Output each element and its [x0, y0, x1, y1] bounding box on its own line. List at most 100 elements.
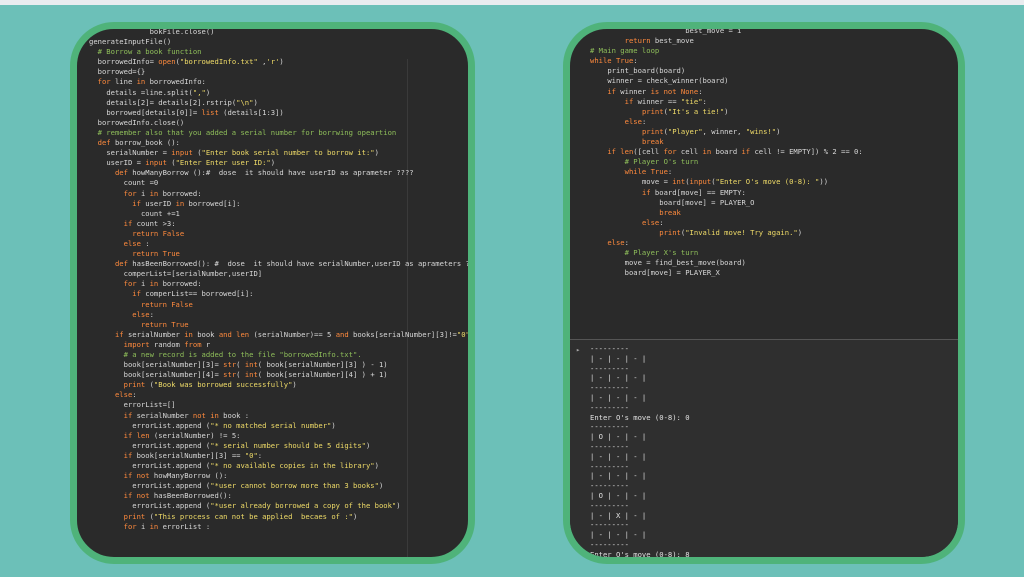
- left-code-line: return False: [132, 228, 185, 238]
- terminal-line: | - | - | - |: [590, 451, 647, 461]
- terminal-line: ---------: [590, 344, 629, 353]
- right-code-area[interactable]: best_move = i return best_move # Main gam…: [570, 26, 958, 278]
- right-code-line: # Player O's turn: [590, 157, 699, 167]
- terminal-prompt-icon: ▸: [576, 346, 581, 354]
- left-code-line: details[2]= details[2].rstrip("\n"): [106, 97, 258, 107]
- terminal-line: | - | - | - |: [590, 373, 647, 383]
- right-code-line: print("Player", winner, "wins!"): [641, 126, 781, 136]
- terminal-line: ---------: [590, 363, 629, 373]
- left-code-line: print ("Book was borrowed successfully"): [123, 380, 297, 390]
- right-code-line: if winner == "tie":: [624, 96, 707, 106]
- terminal-text: --------- | - | - | - | --------- | - | - |…: [590, 344, 690, 564]
- left-code-line: print ("This process can not be applied …: [123, 511, 358, 521]
- left-code-line: if serialNumber in book and len (serialN…: [114, 329, 470, 339]
- right-code-line: winner = check_winner(board): [607, 76, 729, 86]
- left-code-editor-panel: bokFile.close() generateInputFile() # Bor…: [70, 22, 475, 564]
- terminal-line: ---------: [590, 441, 629, 451]
- terminal-line: | - | - | - |: [590, 530, 647, 540]
- left-code-line: borrowedInfo.close(): [97, 117, 185, 127]
- top-strip: [0, 0, 1024, 5]
- terminal-line: | - | - | - |: [590, 471, 647, 481]
- terminal-line: | - | - | - |: [590, 392, 647, 402]
- left-code-line: if userID in borrowed[i]:: [132, 198, 241, 208]
- right-code-editor-panel: best_move = i return best_move # Main gam…: [563, 22, 965, 564]
- left-code-line: if serialNumber not in book :: [123, 410, 250, 420]
- left-code-line: errorList.append ("* serial number shoul…: [132, 440, 371, 450]
- left-code-line: for i in borrowed:: [123, 279, 202, 289]
- left-code-line: errorList.append ("* no available copies…: [132, 461, 379, 471]
- left-code-line: for i in borrowed:: [123, 188, 202, 198]
- terminal-line: Enter O's move (0-8): 0: [590, 412, 690, 422]
- left-code-line: errorList.append ("*user already borrowe…: [132, 501, 401, 511]
- terminal-line: Enter O's move (0-8): 8: [590, 549, 690, 559]
- left-code-line: errorList=[]: [123, 400, 176, 410]
- right-code-line: if board[move] == EMPTY:: [641, 187, 746, 197]
- terminal-line: | - | - | - |: [590, 353, 647, 363]
- left-code-line: book[serialNumber][3]= str( int( book[se…: [123, 360, 388, 370]
- right-code-line: best_move = i: [685, 26, 742, 35]
- left-code-line: else :: [123, 238, 150, 248]
- left-code-line: if count >3:: [123, 218, 176, 228]
- right-code-line: # Player X's turn: [590, 248, 699, 258]
- left-code-line: count =0: [123, 178, 159, 188]
- left-code-line: errorList.append ("*user cannot borrow m…: [132, 481, 384, 491]
- left-code-line: def borrow_book ():: [97, 138, 180, 148]
- left-code-line: count +=1: [140, 208, 180, 218]
- left-code-line: if not howManyBorrow ():: [123, 471, 228, 481]
- terminal-line: ---------: [590, 520, 629, 530]
- terminal-line: ---------: [590, 539, 629, 549]
- left-code-line: def howManyBorrow ():# dose it should ha…: [114, 168, 414, 178]
- terminal-output-panel[interactable]: ▸ --------- | - | - | - | --------- | - | -…: [570, 339, 958, 557]
- terminal-line: | O | - | - |: [590, 490, 647, 500]
- left-code-line: return True: [140, 319, 189, 329]
- right-code-line: else:: [641, 217, 664, 227]
- left-code-line: if not hasBeenBorrowed():: [123, 491, 232, 501]
- right-code-line: while True:: [624, 167, 673, 177]
- left-code-line: details =line.split(","): [106, 87, 211, 97]
- left-code-line: if book[serialNumber][3] == "0":: [123, 450, 263, 460]
- right-code-line: print("Invalid move! Try again."): [659, 227, 803, 237]
- left-code-line: # a new record is added to the file "bor…: [89, 350, 362, 359]
- left-code-line: userID = input ("Enter Enter user ID:"): [106, 158, 276, 168]
- left-code-line: else:: [132, 309, 154, 319]
- right-code-line: break: [641, 137, 664, 147]
- right-code-line: print_board(board): [607, 66, 686, 76]
- right-code-line: return best_move: [624, 36, 694, 46]
- terminal-line: ---------: [590, 422, 629, 432]
- terminal-line: ---------: [590, 383, 629, 393]
- right-code-line: while True:: [590, 56, 638, 66]
- right-code-line: board[move] = PLAYER_X: [624, 268, 720, 278]
- right-code-line: if winner is not None:: [607, 86, 703, 96]
- left-code-line: borrowed[details[0]]= list (details[1:3]…: [106, 107, 284, 117]
- terminal-line: ---------: [590, 481, 629, 491]
- left-code-line: # remember also that you added a serial …: [89, 127, 397, 137]
- right-code-line: else:: [607, 237, 629, 247]
- right-code-line: move = find_best_move(board): [624, 258, 746, 268]
- left-code-line: borrowed={}: [97, 67, 146, 77]
- left-code-line: else:: [114, 390, 137, 400]
- terminal-line: | O | - | - |: [590, 432, 647, 442]
- right-code-line: # Main game loop: [590, 46, 660, 56]
- right-code-line: else:: [624, 116, 647, 126]
- left-code-line: if len (serialNumber) != 5:: [123, 430, 241, 440]
- terminal-line: ---------: [590, 402, 629, 412]
- left-code-line: for line in borrowedInfo:: [97, 77, 206, 87]
- left-code-line: borrowedInfo= open("borrowedInfo.txt" ,'…: [97, 57, 284, 67]
- terminal-line: ---------: [590, 500, 629, 510]
- right-code-line: move = int(input("Enter O's move (0-8): …: [641, 177, 829, 187]
- left-code-line: return True: [132, 249, 180, 259]
- left-code-area[interactable]: bokFile.close() generateInputFile() # Bor…: [77, 29, 475, 532]
- right-code-line: board[move] = PLAYER_O: [659, 197, 755, 207]
- left-code-line: def hasBeenBorrowed(): # dose it should …: [114, 259, 475, 269]
- left-code-line: return False: [140, 299, 193, 309]
- left-code-line: for i in errorList :: [123, 521, 211, 531]
- right-code-line: print("It's a tie!"): [641, 106, 729, 116]
- terminal-line: ---------: [590, 560, 690, 564]
- terminal-line: | - | X | - |: [590, 510, 647, 520]
- left-code-line: comperList=[serialNumber,userID]: [123, 269, 263, 279]
- right-code-line: if len([cell for cell in board if cell !…: [607, 147, 863, 157]
- left-code-line: if comperList== borrowed[i]:: [132, 289, 254, 299]
- left-code-line: book[serialNumber][4]= str( int( book[se…: [123, 370, 388, 380]
- right-code-line: break: [659, 207, 681, 217]
- left-code-line: # Borrow a book function: [89, 47, 202, 57]
